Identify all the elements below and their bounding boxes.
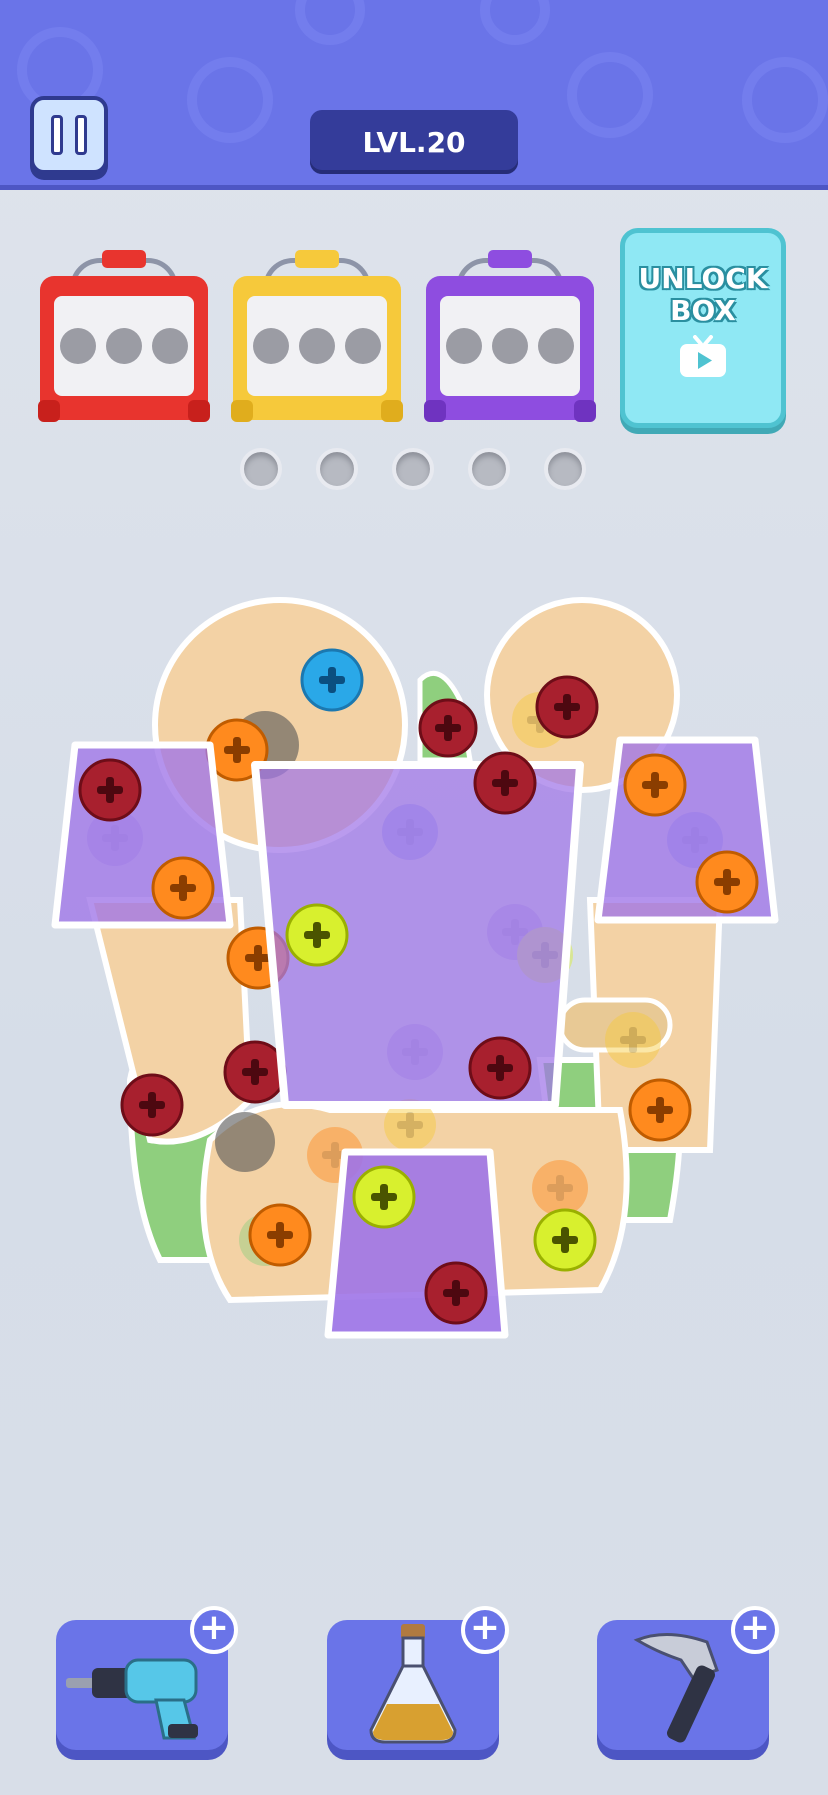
yellow-green-screw[interactable] [352,1165,416,1229]
add-drill-button[interactable]: + [190,1606,238,1654]
red-screw[interactable] [473,751,537,815]
yellow-green-screw[interactable] [285,903,349,967]
orange-screw[interactable] [628,1078,692,1142]
red-screw[interactable] [468,1036,532,1100]
red-screw[interactable] [424,1261,488,1325]
orange-screw[interactable] [695,850,759,914]
puzzle-board [51,597,779,1339]
hammer-tool-button[interactable]: + [597,1606,779,1750]
orange-screw[interactable] [623,753,687,817]
orange-screw[interactable] [248,1203,312,1267]
add-potion-button[interactable]: + [461,1606,509,1654]
orange-screw[interactable] [151,856,215,920]
add-hammer-button[interactable]: + [731,1606,779,1654]
yellow-green-screw[interactable] [533,1208,597,1272]
red-screw[interactable] [223,1040,287,1104]
drill-tool-button[interactable]: + [56,1606,238,1750]
red-screw[interactable] [78,758,142,822]
red-screw[interactable] [120,1073,184,1137]
red-screw[interactable] [418,698,478,758]
blue-screw[interactable] [300,648,364,712]
red-screw[interactable] [535,675,599,739]
potion-tool-button[interactable]: + [327,1606,509,1750]
